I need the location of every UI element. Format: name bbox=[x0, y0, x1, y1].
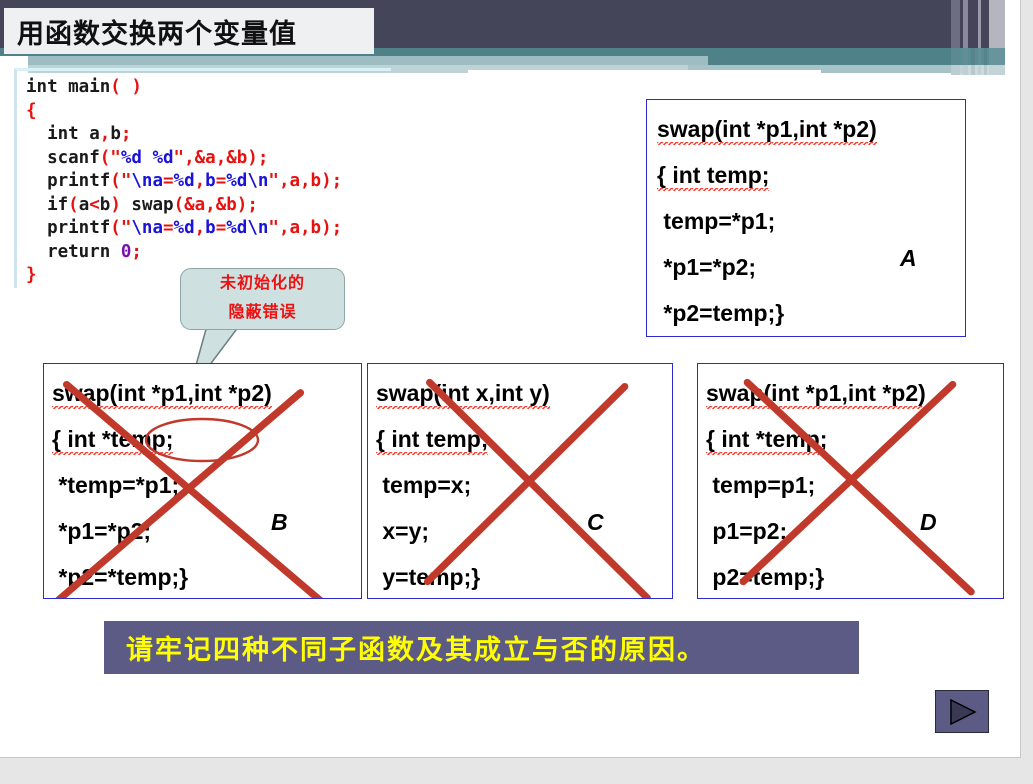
answer-box-a[interactable]: swap(int *p1,int *p2) { int temp; temp=*… bbox=[646, 99, 966, 337]
answer-box-c[interactable]: swap(int x,int y) { int temp; temp=x; x=… bbox=[367, 363, 673, 599]
answer-label-b: B bbox=[271, 509, 288, 535]
answer-c-line-3: x=y; bbox=[376, 518, 430, 544]
answer-d-line-4: p2=temp;} bbox=[706, 564, 825, 590]
answer-box-d[interactable]: swap(int *p1,int *p2) { int *temp; temp=… bbox=[697, 363, 1004, 599]
answer-b-line-1: { int *temp; bbox=[52, 416, 361, 462]
answer-box-b[interactable]: swap(int *p1,int *p2) { int *temp; *temp… bbox=[43, 363, 362, 599]
answer-b-line-4: *p2=*temp;} bbox=[52, 564, 189, 590]
page-title-text: 用函数交换两个变量值 bbox=[17, 18, 297, 49]
answer-a-line-4: *p2=temp;} bbox=[657, 300, 785, 326]
answer-label-c: C bbox=[587, 509, 604, 535]
summary-banner-text: 请牢记四种不同子函数及其成立与否的原因。 bbox=[126, 635, 706, 665]
header-band-lightblue-2 bbox=[28, 56, 708, 65]
callout-line-2: 隐蔽错误 bbox=[228, 304, 297, 321]
summary-banner: 请牢记四种不同子函数及其成立与否的原因。 bbox=[104, 621, 859, 674]
slide-canvas: 用函数交换两个变量值 int main( ) { int a,b; scanf(… bbox=[0, 0, 1021, 758]
answer-b-line-3: *p1=*p2; bbox=[52, 518, 152, 544]
answer-a-line-2: temp=*p1; bbox=[657, 208, 776, 234]
answer-c-line-1: { int temp; bbox=[376, 416, 672, 462]
answer-d-line-1: { int *temp; bbox=[706, 416, 1003, 462]
answer-a-line-3: *p1=*p2; bbox=[657, 254, 757, 280]
answer-label-a: A bbox=[900, 245, 917, 271]
answer-a-line-1: { int temp; bbox=[657, 152, 965, 198]
accent-stripe-teal-overlay bbox=[951, 48, 1005, 65]
callout-bubble: 未初始化的 隐蔽错误 bbox=[180, 268, 345, 330]
answer-c-line-0: swap(int x,int y) bbox=[376, 370, 672, 416]
source-code-block: int main( ) { int a,b; scanf("%d %d",&a,… bbox=[14, 68, 391, 288]
code-line: int main( ) { int a,b; scanf("%d %d",&a,… bbox=[26, 77, 343, 285]
answer-a-line-0: swap(int *p1,int *p2) bbox=[657, 106, 965, 152]
answer-c-line-2: temp=x; bbox=[376, 472, 472, 498]
answer-label-d: D bbox=[920, 509, 937, 535]
header-band-notch bbox=[0, 56, 28, 65]
answer-b-line-0: swap(int *p1,int *p2) bbox=[52, 370, 361, 416]
next-slide-button[interactable] bbox=[935, 690, 989, 733]
answer-b-line-2: *temp=*p1; bbox=[52, 472, 180, 498]
answer-d-line-2: temp=p1; bbox=[706, 472, 816, 498]
answer-c-line-4: y=temp;} bbox=[376, 564, 481, 590]
callout-line-1: 未初始化的 bbox=[219, 275, 305, 292]
play-triangle-icon bbox=[950, 698, 977, 725]
page-title: 用函数交换两个变量值 bbox=[4, 8, 374, 54]
answer-d-line-3: p1=p2; bbox=[706, 518, 788, 544]
answer-d-line-0: swap(int *p1,int *p2) bbox=[706, 370, 1003, 416]
accent-stripe-lightblue-overlay bbox=[951, 65, 1005, 75]
header-band-tail bbox=[468, 70, 821, 75]
